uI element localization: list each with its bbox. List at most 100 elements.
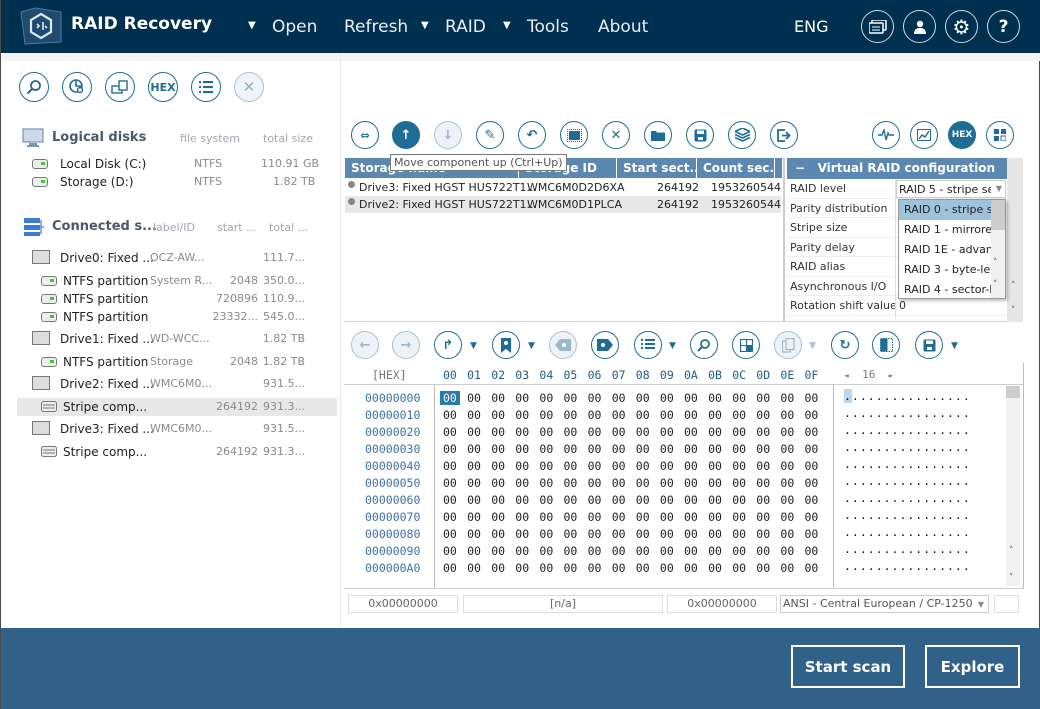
hex-byte[interactable]: 00	[488, 408, 508, 422]
hex-byte[interactable]: 00	[512, 476, 532, 490]
raid-level-select[interactable]: RAID 5 - stripe set ▼	[896, 180, 1006, 198]
partition-item[interactable]: NTFS partition System R... 2048 350.0...	[17, 272, 337, 290]
hex-byte[interactable]: 00	[561, 442, 581, 456]
hex-byte[interactable]: 00	[585, 425, 605, 439]
hex-byte[interactable]: 00	[464, 493, 484, 507]
scroll-up-icon[interactable]: ˄	[1011, 281, 1016, 291]
hex-byte[interactable]: 00	[753, 510, 773, 524]
hex-byte[interactable]: 00	[657, 391, 677, 405]
copy-button[interactable]	[774, 331, 802, 359]
select-block-button[interactable]	[732, 331, 760, 359]
hex-byte[interactable]: 00	[729, 493, 749, 507]
hex-byte[interactable]: 00	[585, 408, 605, 422]
forward-button[interactable]: →	[392, 331, 420, 359]
hex-byte[interactable]: 00	[777, 510, 797, 524]
col-count-sectors[interactable]: Count sec...	[697, 158, 775, 178]
hex-byte[interactable]: 00	[777, 493, 797, 507]
hex-byte[interactable]: 00	[657, 459, 677, 473]
hex-byte[interactable]: 00	[440, 544, 460, 558]
hex-byte[interactable]: 00	[536, 408, 556, 422]
hex-byte[interactable]: 00	[561, 544, 581, 558]
user-button[interactable]	[903, 10, 936, 43]
hex-byte[interactable]: 00	[464, 442, 484, 456]
hex-byte[interactable]: 00	[753, 561, 773, 575]
hex-byte[interactable]: 00	[681, 391, 701, 405]
menu-open[interactable]: Open	[272, 17, 317, 37]
component-properties-button[interactable]	[560, 121, 588, 149]
hex-byte[interactable]: 00	[633, 442, 653, 456]
hex-byte[interactable]: 00	[512, 527, 532, 541]
virtual-raid-header[interactable]: − Virtual RAID configuration	[787, 158, 1007, 179]
hex-byte[interactable]: 00	[440, 510, 460, 524]
hex-byte[interactable]: 00	[464, 459, 484, 473]
hex-byte[interactable]: 00	[802, 527, 822, 541]
save-hex-button[interactable]	[915, 331, 943, 359]
hex-byte[interactable]: 00	[802, 561, 822, 575]
hex-byte[interactable]: 00	[633, 425, 653, 439]
decrease-icon[interactable]: ◄	[844, 371, 849, 380]
hex-byte[interactable]: 00	[609, 561, 629, 575]
hex-byte[interactable]: 00	[512, 544, 532, 558]
collapse-icon[interactable]: −	[795, 161, 805, 175]
hex-byte[interactable]: 00	[561, 391, 581, 405]
hex-byte[interactable]: 00	[657, 442, 677, 456]
raid-dropdown-arrow-icon[interactable]: ▼	[421, 20, 429, 31]
search-button[interactable]	[19, 72, 49, 102]
hex-byte[interactable]: 00	[585, 510, 605, 524]
hex-byte[interactable]: 00	[802, 493, 822, 507]
increase-icon[interactable]: ►	[889, 371, 894, 380]
remove-button[interactable]: ✕	[602, 121, 630, 149]
hex-byte[interactable]: 00	[753, 544, 773, 558]
hex-byte[interactable]: 00	[440, 408, 460, 422]
storage-drive-item[interactable]: Drive3: Fixed ... WMC6M0... 931.5...	[17, 420, 337, 438]
hex-byte[interactable]: 00	[440, 442, 460, 456]
templates-dropdown-icon[interactable]: ▼	[669, 341, 676, 351]
hex-byte[interactable]: 00	[681, 442, 701, 456]
hex-byte[interactable]: 00	[777, 544, 797, 558]
hex-byte[interactable]: 00	[585, 476, 605, 490]
hex-byte[interactable]: 00	[777, 459, 797, 473]
hex-byte[interactable]: 00	[440, 561, 460, 575]
move-down-button[interactable]: ↓	[434, 121, 462, 149]
hex-byte[interactable]: 00	[657, 561, 677, 575]
hex-byte[interactable]: 00	[488, 425, 508, 439]
hex-byte[interactable]: 00	[777, 476, 797, 490]
hex-byte[interactable]: 00	[802, 544, 822, 558]
raid-level-option[interactable]: RAID 1E - advanced	[899, 240, 991, 260]
hex-byte[interactable]: 00	[705, 459, 725, 473]
hex-byte[interactable]: 00	[705, 391, 725, 405]
prev-bookmark-button[interactable]	[549, 331, 577, 359]
hex-byte[interactable]: 00	[681, 425, 701, 439]
hex-byte[interactable]: 00	[488, 459, 508, 473]
hex-byte[interactable]: 00	[681, 527, 701, 541]
language-selector[interactable]: ENG	[794, 17, 828, 36]
goto-button[interactable]: ↱	[434, 331, 462, 359]
raid-level-option[interactable]: RAID 0 - stripe set	[899, 200, 991, 220]
start-scan-button[interactable]: Start scan	[791, 645, 905, 688]
hex-byte[interactable]: 00	[609, 442, 629, 456]
export-button[interactable]	[770, 121, 798, 149]
open-config-button[interactable]	[644, 121, 672, 149]
ascii-row[interactable]: ................	[844, 406, 971, 420]
hex-byte[interactable]: 00	[802, 476, 822, 490]
table-splitter[interactable]	[783, 158, 785, 322]
hex-byte[interactable]: 00	[561, 527, 581, 541]
hex-byte[interactable]: 00	[536, 425, 556, 439]
hex-byte[interactable]: 00	[705, 561, 725, 575]
hex-byte[interactable]: 00	[657, 544, 677, 558]
config-scrollbar[interactable]	[1007, 158, 1023, 322]
hex-byte[interactable]: 00	[561, 476, 581, 490]
hex-byte[interactable]: 00	[753, 459, 773, 473]
dropdown-arrow-icon[interactable]: ▼	[978, 597, 984, 612]
close-button[interactable]: ✕	[234, 72, 264, 102]
hex-byte[interactable]: 00	[561, 510, 581, 524]
hex-byte[interactable]: 00	[705, 425, 725, 439]
value-field[interactable]: [n/a]	[463, 595, 663, 613]
hex-byte[interactable]: 00	[657, 510, 677, 524]
hex-byte[interactable]: 00	[753, 493, 773, 507]
menu-refresh[interactable]: Refresh	[344, 17, 408, 37]
ascii-row[interactable]: ................	[844, 508, 971, 522]
col-start-sector[interactable]: Start sect...	[617, 158, 697, 178]
list-view-button[interactable]	[191, 72, 221, 102]
hex-byte[interactable]: 00	[440, 493, 460, 507]
